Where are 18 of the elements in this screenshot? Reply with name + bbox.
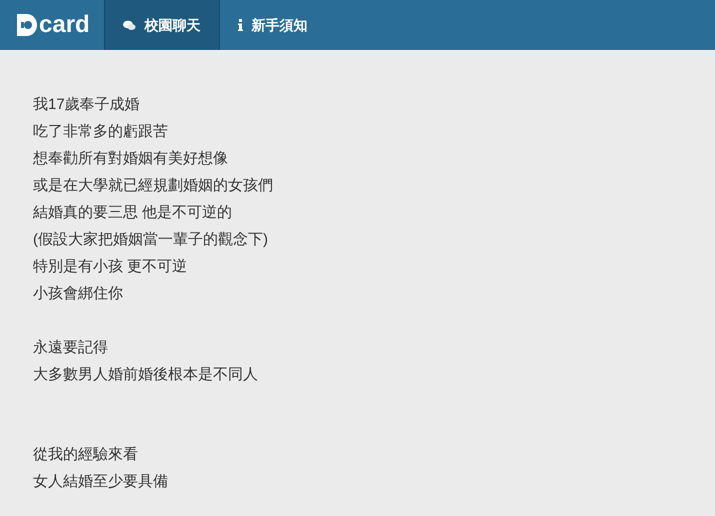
chat-icon xyxy=(122,20,136,30)
post-line: 大多數男人婚前婚後根本是不同人 xyxy=(33,365,258,385)
post-line: 永遠要記得 xyxy=(33,338,108,358)
logo-text: card xyxy=(39,13,90,37)
logo-icon xyxy=(16,13,38,37)
post-line: 小孩會綁住你 xyxy=(33,284,123,304)
post-line: 結婚真的要三思 他是不可逆的 xyxy=(33,203,232,223)
post-line: 吃了非常多的虧跟苦 xyxy=(33,122,168,142)
post-line: 從我的經驗來看 xyxy=(33,445,138,465)
post-line: (假設大家把婚姻當一輩子的觀念下) xyxy=(33,230,268,250)
nav-tab[interactable]: 校園聊天 xyxy=(104,0,220,50)
post-line: 我17歲奉子成婚 xyxy=(33,95,140,115)
post-line: 或是在大學就已經規劃婚姻的女孩們 xyxy=(33,176,273,196)
post-line: 特別是有小孩 更不可逆 xyxy=(33,257,188,277)
nav-tab[interactable]: 新手須知 xyxy=(220,0,326,50)
info-icon xyxy=(238,19,243,31)
post-line: 女人結婚至少要具備 xyxy=(33,472,168,492)
post-line: 想奉勸所有對婚姻有美好想像 xyxy=(33,149,228,169)
